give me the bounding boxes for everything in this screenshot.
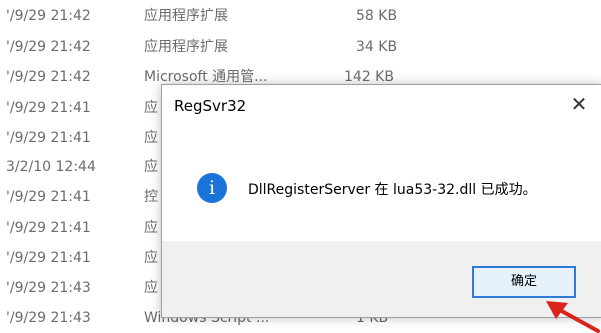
- file-type: 应用程序扩展: [144, 39, 228, 55]
- file-row[interactable]: '/9/29 21:42 应用程序扩展 34 KB: [0, 35, 601, 60]
- file-type: 应: [144, 130, 158, 146]
- dialog-message: DllRegisterServer 在 lua53-32.dll 已成功。: [248, 182, 537, 198]
- file-date: '/9/29 21:43: [6, 310, 91, 326]
- file-date: 3/2/10 12:44: [6, 159, 96, 175]
- file-type: 应: [144, 159, 158, 175]
- info-icon: i: [197, 173, 227, 203]
- file-date: '/9/29 21:42: [6, 69, 91, 85]
- file-size: 34 KB: [356, 39, 398, 55]
- file-type: 应: [144, 280, 158, 296]
- arrow-annotation-icon: [546, 301, 600, 333]
- close-icon: ✕: [570, 92, 588, 116]
- file-date: '/9/29 21:41: [6, 220, 91, 236]
- file-type: 应: [144, 100, 158, 116]
- dialog-body: i DllRegisterServer 在 lua53-32.dll 已成功。: [162, 133, 601, 241]
- file-type: 应: [144, 220, 158, 236]
- file-date: '/9/29 21:41: [6, 100, 91, 116]
- file-date: '/9/29 21:41: [6, 130, 91, 146]
- file-date: '/9/29 21:42: [6, 8, 91, 24]
- file-type: 应: [144, 250, 158, 266]
- file-type: 应用程序扩展: [144, 8, 228, 24]
- file-type: 控: [144, 189, 158, 205]
- file-date: '/9/29 21:41: [6, 250, 91, 266]
- file-row[interactable]: '/9/29 21:42 应用程序扩展 58 KB: [0, 4, 601, 29]
- close-button[interactable]: ✕: [566, 91, 592, 117]
- file-size: 58 KB: [356, 8, 398, 24]
- file-date: '/9/29 21:41: [6, 189, 91, 205]
- dialog-title: RegSvr32: [174, 97, 247, 115]
- regsvr32-dialog: RegSvr32 ✕ i DllRegisterServer 在 lua53-3…: [161, 84, 601, 318]
- file-date: '/9/29 21:42: [6, 39, 91, 55]
- file-date: '/9/29 21:43: [6, 280, 91, 296]
